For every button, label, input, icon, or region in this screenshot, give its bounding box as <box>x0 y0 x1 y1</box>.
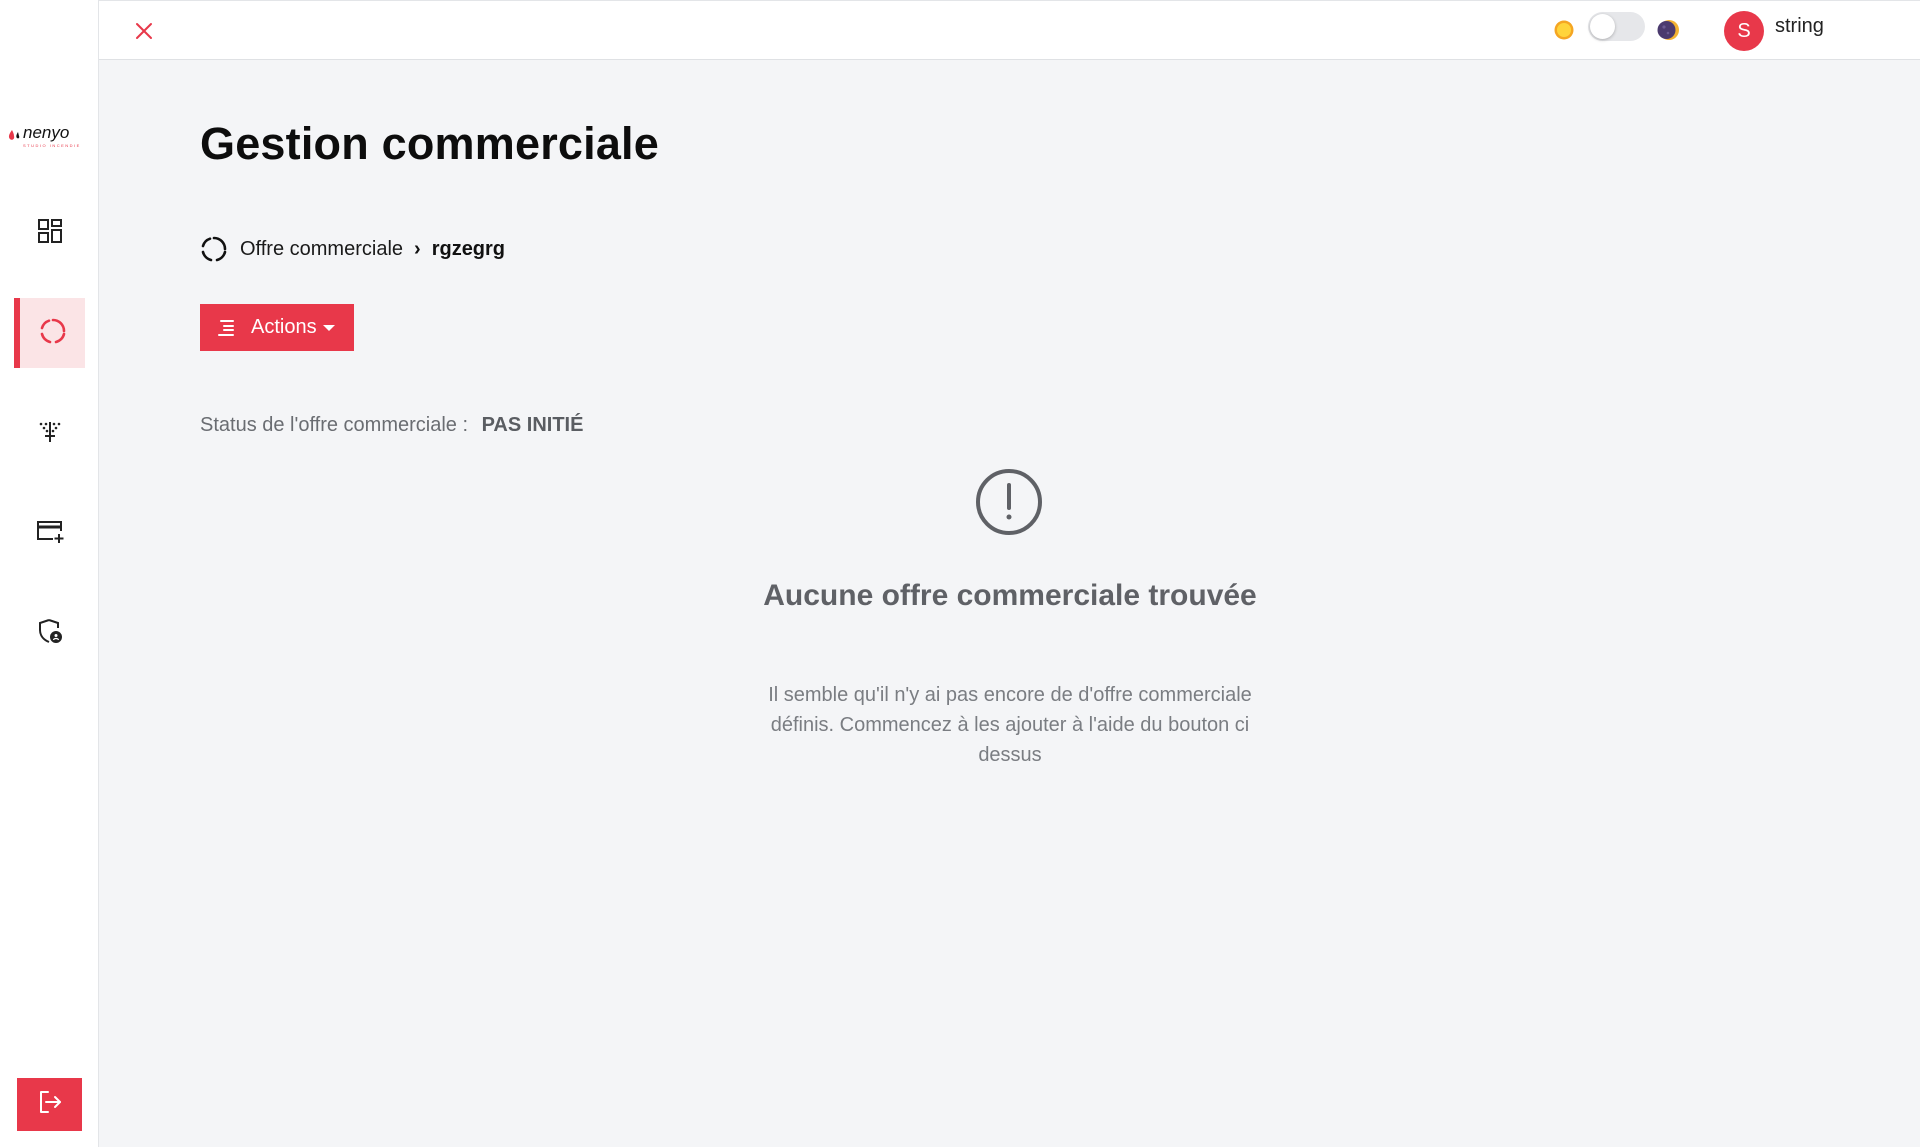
list-align-icon <box>216 318 236 338</box>
sidebar-item-gestion-commerciale[interactable] <box>14 298 85 368</box>
topbar: S string <box>99 0 1920 60</box>
shield-user-icon <box>36 617 64 650</box>
circular-progress-icon <box>39 317 67 350</box>
alert-circle-icon <box>975 468 1043 536</box>
breadcrumb: Offre commerciale › rgzegrg <box>200 234 505 264</box>
breadcrumb-current: rgzegrg <box>431 237 506 260</box>
logout-icon <box>37 1089 63 1120</box>
moon-icon <box>1655 17 1681 43</box>
add-card-icon <box>35 518 65 549</box>
status-label: Status de l'offre commerciale : <box>200 414 469 436</box>
avatar-initial: S <box>1737 19 1751 42</box>
page-title: Gestion commerciale <box>200 118 659 169</box>
user-name[interactable]: string <box>1775 15 1824 38</box>
sidebar-item-security[interactable] <box>14 598 85 668</box>
actions-label: Actions <box>251 316 317 338</box>
empty-state-title: Aucune offre commerciale trouvée <box>763 579 1257 612</box>
close-icon[interactable] <box>132 19 156 43</box>
sidebar: nenyo STUDIO INCENDIE <box>0 0 99 1147</box>
breadcrumb-parent-link[interactable]: Offre commerciale <box>240 238 403 261</box>
status-badge: PAS INITIÉ <box>481 414 584 436</box>
sidebar-item-dashboard[interactable] <box>14 198 85 268</box>
sidebar-item-add-card[interactable] <box>14 498 85 568</box>
nenyo-logo[interactable]: nenyo STUDIO INCENDIE <box>6 120 94 150</box>
sidebar-item-filter[interactable] <box>14 398 85 468</box>
dashboard-grid-icon <box>37 218 63 249</box>
caret-down-icon <box>322 324 335 331</box>
filter-funnel-icon <box>37 418 63 449</box>
svg-text:STUDIO INCENDIE: STUDIO INCENDIE <box>23 143 81 148</box>
circular-progress-icon <box>200 235 228 263</box>
empty-state-description: Il semble qu'il n'y ai pas encore de d'o… <box>768 684 1252 766</box>
toggle-knob <box>1590 14 1615 39</box>
theme-toggle[interactable] <box>1588 12 1645 41</box>
status-line: Status de l'offre commerciale : PAS INIT… <box>200 414 583 437</box>
avatar[interactable]: S <box>1724 11 1764 51</box>
actions-dropdown-button[interactable]: Actions <box>200 304 354 351</box>
svg-text:nenyo: nenyo <box>23 123 69 142</box>
logout-button[interactable] <box>17 1078 82 1131</box>
breadcrumb-separator: › <box>414 237 421 260</box>
sun-icon <box>1551 17 1577 43</box>
